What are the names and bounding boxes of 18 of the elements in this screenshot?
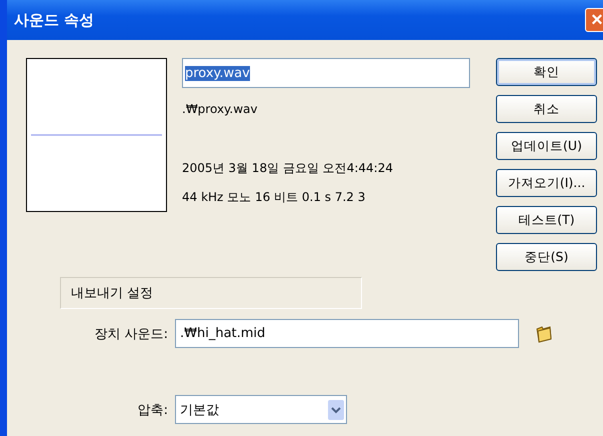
device-sound-field[interactable]: .₩hi_hat.mid [175,319,519,348]
dialog-button[interactable]: 업데이트(U) [496,132,597,160]
group-header: 내보내기 설정 [60,277,362,309]
folder-icon[interactable] [534,324,554,344]
dialog-button[interactable]: 가져오기(I)... [496,169,597,197]
format-info: 44 kHz 모노 16 비트 0.1 s 7.2 3 [182,189,366,206]
window-title: 사운드 속성 [14,10,94,30]
dialog-button[interactable]: 확인 [496,58,597,86]
compression-dropdown[interactable]: 기본값 [175,395,347,424]
name-field[interactable]: proxy.wav [182,58,470,88]
file-path: .₩proxy.wav [182,102,259,116]
field-label: 장치 사운드: [93,326,169,342]
field-label: 압축: [136,402,169,418]
close-button[interactable]: × [585,8,603,32]
date-text: 2005년 3월 18일 금요일 오전4:44:24 [182,160,394,177]
dialog-button[interactable]: 취소 [496,95,597,123]
dialog-button[interactable]: 테스트(T) [496,206,597,234]
dialog-button[interactable]: 중단(S) [496,243,597,271]
